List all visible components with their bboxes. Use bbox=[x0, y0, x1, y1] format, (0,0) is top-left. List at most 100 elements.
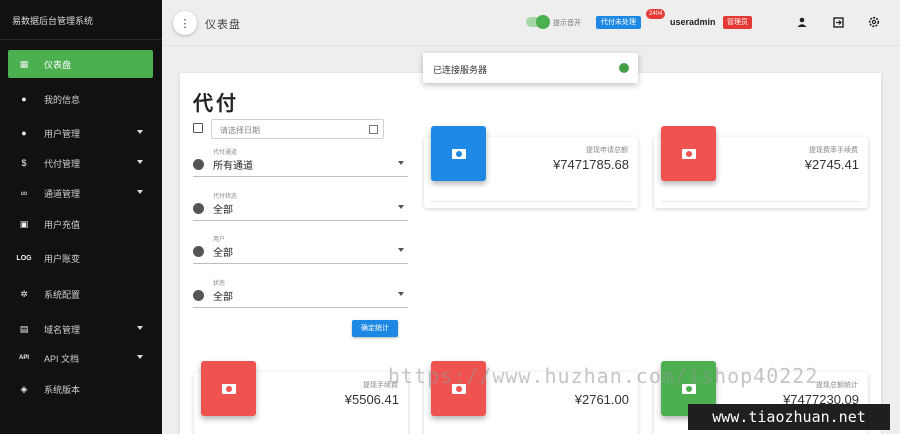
field-label: 用户 bbox=[213, 237, 226, 243]
sound-toggle[interactable] bbox=[526, 15, 550, 29]
person-icon: ● bbox=[21, 128, 27, 138]
sidebar-item-label: 仪表盘 bbox=[44, 59, 72, 70]
field-value: 全部 bbox=[213, 205, 233, 216]
account-icon bbox=[193, 159, 204, 170]
sidebar-item-system-config[interactable]: ✲ 系统配置 bbox=[8, 280, 153, 308]
sidebar-item-label: 系统版本 bbox=[44, 384, 81, 395]
version-icon: ◈ bbox=[20, 383, 28, 394]
sidebar-item-label: API 文档 bbox=[44, 353, 80, 364]
sidebar-item-label: 用户账变 bbox=[44, 253, 81, 264]
gear-icon bbox=[868, 16, 880, 28]
log-icon: LOG bbox=[16, 254, 32, 262]
settings-icon: ✲ bbox=[20, 288, 28, 299]
caret-down-icon bbox=[137, 355, 143, 359]
card-value: ¥7471785.68 bbox=[553, 157, 629, 172]
connection-toast: 已连接服务器 bbox=[423, 53, 638, 83]
logout-icon bbox=[832, 16, 844, 28]
stat-card: 提现费率手续费 ¥2745.41 bbox=[654, 126, 868, 208]
infinity-icon: ∞ bbox=[20, 188, 28, 198]
state-select[interactable]: 状态 全部 bbox=[193, 276, 408, 308]
field-label: 代付状态 bbox=[213, 194, 238, 200]
card-value: ¥5506.41 bbox=[344, 392, 399, 407]
field-label: 代付通道 bbox=[213, 150, 238, 156]
person-icon bbox=[797, 17, 807, 27]
calendar-icon bbox=[369, 125, 378, 134]
caret-down-icon bbox=[137, 130, 143, 134]
sound-toggle-label: 提示音开 bbox=[553, 20, 581, 27]
sidebar-item-label: 系统配置 bbox=[44, 289, 81, 300]
sidebar-item-payout-management[interactable]: $ 代付管理 bbox=[8, 149, 153, 177]
api-icon: API bbox=[18, 355, 29, 361]
card-value: ¥2745.41 bbox=[804, 157, 859, 172]
card-value: ¥2761.00 bbox=[574, 392, 629, 407]
sidebar: 易数据后台管理系统 ▦ 仪表盘 ● 我的信息 ● 用户管理 $ 代付管理 ∞ 通… bbox=[0, 0, 162, 434]
stat-card: 提现申请总额 ¥7471785.68 bbox=[424, 126, 638, 208]
card-label: 提现费率手续费 bbox=[809, 147, 858, 154]
person-icon: ● bbox=[21, 94, 27, 104]
sidebar-item-label: 代付管理 bbox=[44, 158, 81, 169]
sidebar-item-label: 我的信息 bbox=[44, 94, 81, 105]
money-icon bbox=[451, 148, 466, 159]
sidebar-item-label: 用户充值 bbox=[44, 219, 81, 230]
stat-card: 提现手续费 ¥5506.41 bbox=[194, 361, 408, 434]
date-input[interactable]: 请选择日期 bbox=[211, 119, 384, 139]
more-menu-button[interactable]: ⋮ bbox=[173, 11, 197, 35]
money-icon bbox=[221, 383, 236, 394]
field-label: 状态 bbox=[213, 281, 226, 287]
sidebar-item-my-info[interactable]: ● 我的信息 bbox=[8, 85, 153, 113]
sidebar-item-user-ledger[interactable]: LOG 用户账变 bbox=[8, 244, 153, 272]
money-icon bbox=[681, 148, 696, 159]
toast-message: 已连接服务器 bbox=[433, 65, 488, 75]
logout-button[interactable] bbox=[831, 14, 845, 30]
card-icon-box bbox=[201, 361, 256, 416]
submit-stats-button[interactable]: 确定统计 bbox=[352, 320, 398, 337]
pending-count-badge: 2404 bbox=[646, 9, 666, 19]
watermark-url: https://www.huzhan.com/ishop40222 bbox=[388, 364, 819, 388]
channel-select[interactable]: 代付通道 所有通道 bbox=[193, 145, 408, 177]
sidebar-item-user-recharge[interactable]: ▣ 用户充值 bbox=[8, 210, 153, 238]
status-select[interactable]: 代付状态 全部 bbox=[193, 189, 408, 221]
app-brand: 易数据后台管理系统 bbox=[0, 0, 162, 40]
sidebar-item-channel-management[interactable]: ∞ 通道管理 bbox=[8, 179, 153, 207]
card-label: 提现总额统计 bbox=[816, 382, 858, 389]
caret-down-icon bbox=[137, 160, 143, 164]
sidebar-item-system-version[interactable]: ◈ 系统版本 bbox=[8, 375, 153, 403]
caret-down-icon bbox=[398, 248, 404, 252]
check-circle-icon bbox=[619, 63, 629, 73]
toggle-knob bbox=[536, 15, 550, 29]
caret-down-icon bbox=[137, 326, 143, 330]
account-icon bbox=[193, 290, 204, 301]
card-label: 提现申请总额 bbox=[586, 147, 628, 154]
money-icon: ▣ bbox=[19, 218, 29, 229]
top-header: ⋮ 仪表盘 提示音开 代付未处理 2404 useradmin 管理员 bbox=[162, 0, 900, 46]
sidebar-item-domain-management[interactable]: ▤ 域名管理 bbox=[8, 315, 153, 343]
user-select[interactable]: 用户 全部 bbox=[193, 232, 408, 264]
domain-icon: ▤ bbox=[19, 323, 29, 334]
caret-down-icon bbox=[398, 205, 404, 209]
sidebar-item-api-docs[interactable]: API API 文档 bbox=[8, 344, 153, 372]
account-icon bbox=[193, 203, 204, 214]
watermark-site: www.tiaozhuan.net bbox=[688, 404, 890, 430]
caret-down-icon bbox=[398, 292, 404, 296]
dashboard-icon: ▦ bbox=[19, 58, 29, 69]
sidebar-item-label: 用户管理 bbox=[44, 128, 81, 139]
field-value: 所有通道 bbox=[213, 161, 253, 172]
sidebar-item-user-management[interactable]: ● 用户管理 bbox=[8, 119, 153, 147]
dollar-icon: $ bbox=[21, 158, 27, 168]
sidebar-item-label: 通道管理 bbox=[44, 188, 81, 199]
page-title: 仪表盘 bbox=[205, 19, 241, 31]
profile-button[interactable] bbox=[795, 14, 809, 30]
card-divider bbox=[661, 201, 861, 202]
field-value: 全部 bbox=[213, 248, 233, 259]
panel-title: 代付 bbox=[193, 93, 239, 115]
caret-down-icon bbox=[398, 161, 404, 165]
card-icon-box bbox=[431, 126, 486, 181]
sidebar-item-dashboard[interactable]: ▦ 仪表盘 bbox=[8, 50, 153, 78]
field-value: 全部 bbox=[213, 292, 233, 303]
sidebar-item-label: 域名管理 bbox=[44, 324, 81, 335]
date-placeholder: 请选择日期 bbox=[220, 126, 260, 135]
card-icon-box bbox=[661, 126, 716, 181]
pending-payout-button[interactable]: 代付未处理 bbox=[596, 16, 641, 29]
username: useradmin bbox=[670, 17, 716, 27]
settings-button[interactable] bbox=[867, 14, 881, 30]
